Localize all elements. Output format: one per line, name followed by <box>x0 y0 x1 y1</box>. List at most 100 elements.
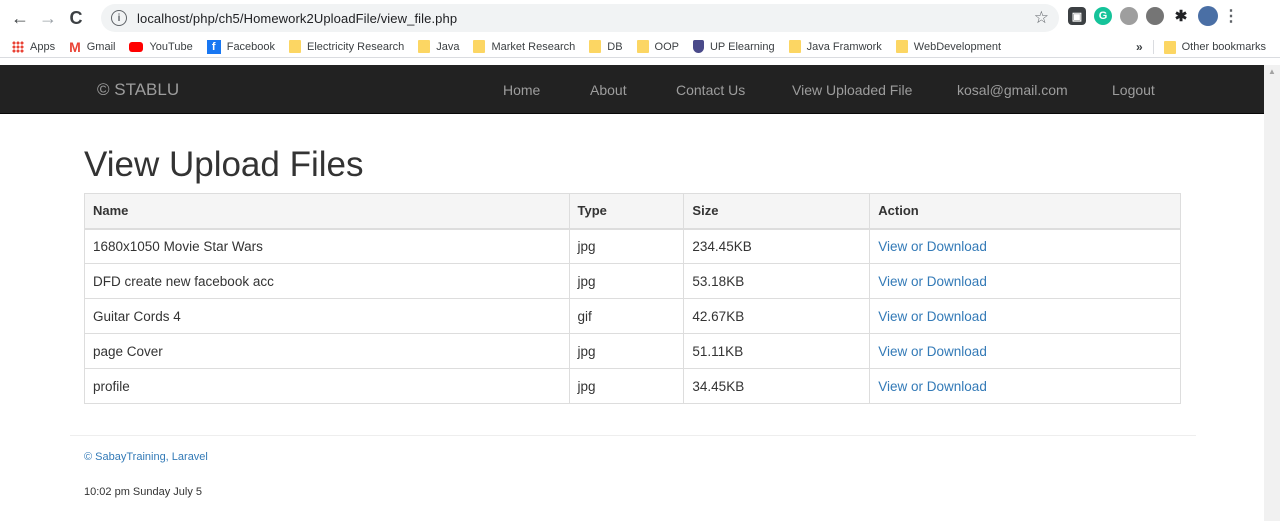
file-size-cell: 53.18KB <box>683 263 871 299</box>
scroll-up-arrow-icon[interactable]: ▲ <box>1268 67 1276 76</box>
file-size-cell: 234.45KB <box>683 228 871 264</box>
view-download-link[interactable]: View or Download <box>878 239 987 254</box>
files-table: Name Type Size Action 1680x1050 Movie St… <box>84 193 1181 404</box>
file-type-cell: jpg <box>568 263 685 299</box>
bookmark-item[interactable]: UP Elearning <box>692 36 775 58</box>
apps-grid-icon <box>12 40 24 53</box>
action-cell: View or Download <box>869 333 1181 369</box>
leaf-extension-icon[interactable] <box>1120 7 1138 25</box>
site-info-icon[interactable]: i <box>111 10 127 26</box>
bookmark-item[interactable]: Apps <box>12 36 55 58</box>
nav-about[interactable]: About <box>590 82 627 98</box>
browser-menu-icon[interactable]: ⋮ <box>1223 7 1239 25</box>
nav-contact-us[interactable]: Contact Us <box>676 82 745 98</box>
action-cell: View or Download <box>869 263 1181 299</box>
bug-extension-icon[interactable] <box>1146 7 1164 25</box>
more-bookmarks-chevron-icon[interactable]: » <box>1136 40 1143 54</box>
bookmark-label: Facebook <box>226 40 276 53</box>
folder-icon <box>895 40 908 53</box>
nav-logout[interactable]: Logout <box>1112 82 1155 98</box>
other-bookmarks[interactable]: Other bookmarks <box>1163 36 1266 58</box>
bookmark-item[interactable]: OOP <box>636 36 679 58</box>
folder-icon <box>473 40 486 53</box>
bookmark-label: DB <box>607 40 623 53</box>
table-row: 1680x1050 Movie Star Wars jpg 234.45KB V… <box>84 228 1181 264</box>
footer-credit-link[interactable]: © SabayTraining, Laravel <box>84 451 208 463</box>
bookmark-item[interactable]: DB <box>589 36 623 58</box>
forward-arrow-icon[interactable]: → <box>34 4 62 32</box>
reload-icon[interactable]: C <box>62 4 90 32</box>
nav-view-uploaded-file[interactable]: View Uploaded File <box>792 82 912 98</box>
table-row: page Cover jpg 51.11KB View or Download <box>84 333 1181 369</box>
bookmark-item[interactable]: WebDevelopment <box>895 36 1002 58</box>
view-download-link[interactable]: View or Download <box>878 379 987 394</box>
folder-icon <box>418 40 431 53</box>
file-size-cell: 34.45KB <box>683 368 871 404</box>
extensions-bar: ▣ G ✱ ⋮ <box>1068 6 1239 26</box>
file-name-cell: DFD create new facebook acc <box>84 263 570 299</box>
file-size-cell: 51.11KB <box>683 333 871 369</box>
bookmark-star-icon[interactable]: ☆ <box>1034 8 1049 28</box>
bookmark-item[interactable]: Java <box>418 36 459 58</box>
bookmark-label: UP Elearning <box>709 40 775 53</box>
extensions-puzzle-icon[interactable]: ✱ <box>1172 7 1190 25</box>
bookmark-item[interactable]: M Gmail <box>69 36 115 58</box>
browser-toolbar: ← → C i localhost/php/ch5/Homework2Uploa… <box>0 0 1280 36</box>
column-header-type: Type <box>568 193 685 230</box>
bookmark-item[interactable]: Market Research <box>473 36 575 58</box>
shield-icon <box>692 40 704 53</box>
bookmark-label: Java <box>436 40 460 53</box>
bookmark-item[interactable]: f Facebook <box>206 36 276 58</box>
bookmark-label: OOP <box>654 40 679 53</box>
file-type-cell: jpg <box>568 333 685 369</box>
profile-avatar-icon[interactable] <box>1198 6 1218 26</box>
bookmark-item[interactable]: Java Framwork <box>788 36 882 58</box>
page-title: View Upload Files <box>84 145 364 184</box>
action-cell: View or Download <box>869 228 1181 264</box>
file-name-cell: Guitar Cords 4 <box>84 298 570 334</box>
view-download-link[interactable]: View or Download <box>878 344 987 359</box>
address-url[interactable]: localhost/php/ch5/Homework2UploadFile/vi… <box>137 11 457 26</box>
bookmark-label: Market Research <box>491 40 576 53</box>
bookmarks-separator <box>1152 40 1154 54</box>
nav-home[interactable]: Home <box>503 82 540 98</box>
bookmark-label: Apps <box>30 40 56 53</box>
bookmark-label: WebDevelopment <box>913 40 1002 53</box>
bookmarks-bar: Apps M Gmail YouTube f Facebook Electricity Re… <box>0 36 1280 58</box>
file-name-cell: page Cover <box>84 333 570 369</box>
folder-icon <box>636 40 649 53</box>
table-header-row: Name Type Size Action <box>84 193 1181 230</box>
view-download-link[interactable]: View or Download <box>878 309 987 324</box>
facebook-icon: f <box>206 39 221 54</box>
gmail-icon: M <box>69 38 81 55</box>
action-cell: View or Download <box>869 368 1181 404</box>
bookmark-item[interactable]: Electricity Research <box>289 36 404 58</box>
grammarly-extension-icon[interactable]: G <box>1094 7 1112 25</box>
address-bar[interactable]: i localhost/php/ch5/Homework2UploadFile/… <box>101 4 1059 32</box>
folder-icon <box>788 40 801 53</box>
file-type-cell: gif <box>568 298 685 334</box>
back-arrow-icon[interactable]: ← <box>6 4 34 32</box>
bookmark-label: Java Framwork <box>806 40 882 53</box>
footer-divider <box>70 435 1196 436</box>
page-scrollbar[interactable]: ▲ <box>1264 65 1280 521</box>
action-cell: View or Download <box>869 298 1181 334</box>
nav-user-email[interactable]: kosal@gmail.com <box>957 82 1068 98</box>
bookmark-label: Gmail <box>86 40 116 53</box>
package-extension-icon[interactable]: ▣ <box>1068 7 1086 25</box>
folder-icon <box>1163 40 1176 54</box>
column-header-size: Size <box>683 193 871 230</box>
column-header-name: Name <box>84 193 570 230</box>
bookmark-label: Electricity Research <box>307 40 405 53</box>
folder-icon <box>589 40 602 53</box>
bookmark-item[interactable]: YouTube <box>129 36 193 58</box>
file-name-cell: profile <box>84 368 570 404</box>
table-row: DFD create new facebook acc jpg 53.18KB … <box>84 263 1181 299</box>
brand-logo[interactable]: © STABLU <box>97 80 179 100</box>
other-bookmarks-label: Other bookmarks <box>1181 41 1266 53</box>
footer-timestamp: 10:02 pm Sunday July 5 <box>84 486 203 498</box>
file-type-cell: jpg <box>568 228 685 264</box>
view-download-link[interactable]: View or Download <box>878 274 987 289</box>
table-row: profile jpg 34.45KB View or Download <box>84 368 1181 404</box>
site-navbar: © STABLU Home About Contact Us View Uplo… <box>0 65 1264 114</box>
